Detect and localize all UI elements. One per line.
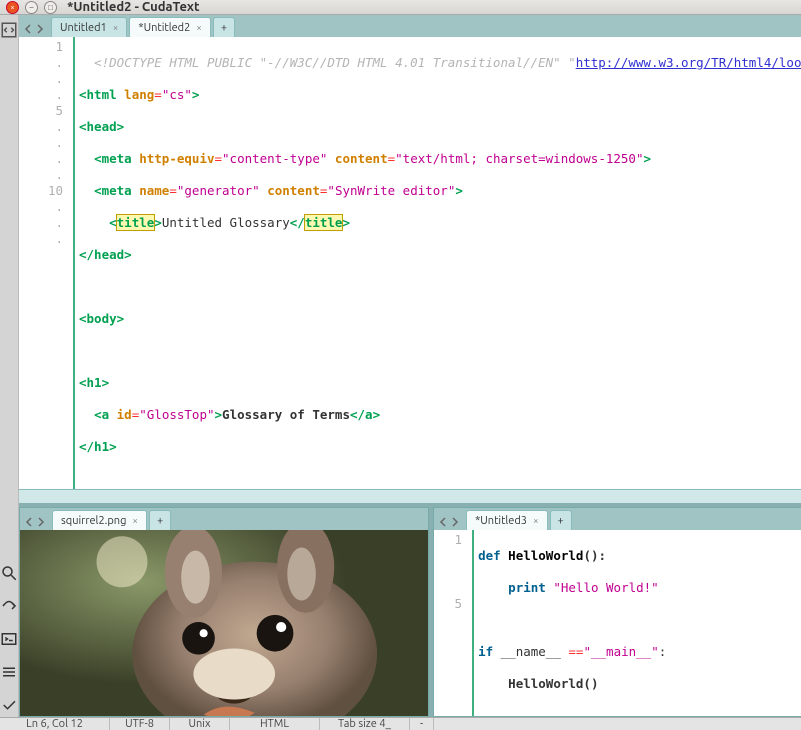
br-editor[interactable]: 15 def HelloWorld(): print "Hello World!…	[434, 530, 801, 716]
sidebar	[0, 15, 19, 717]
tab-new[interactable]: +	[149, 510, 171, 530]
tab-prev-icon[interactable]	[24, 517, 34, 530]
tab-label: *Untitled3	[475, 515, 527, 527]
console-icon[interactable]	[0, 630, 18, 651]
tab-next-icon[interactable]	[35, 24, 45, 37]
status-lineends[interactable]: Unix	[170, 718, 230, 730]
top-tabbar: Untitled1 × *Untitled2 × +	[19, 15, 801, 37]
tab-new[interactable]: +	[213, 17, 235, 37]
check-icon[interactable]	[0, 696, 18, 717]
titlebar: × – □ *Untitled2 - CudaText	[0, 0, 801, 15]
statusbar: Ln 6, Col 12 UTF-8 Unix HTML Tab size 4_…	[0, 717, 801, 730]
tab-new[interactable]: +	[550, 510, 572, 530]
tab-close-icon[interactable]: ×	[196, 22, 202, 33]
search-icon[interactable]	[0, 564, 18, 585]
minimize-icon[interactable]: –	[25, 1, 38, 14]
gutter: 1...5....10...	[19, 37, 75, 489]
image-viewer[interactable]	[20, 530, 428, 716]
tab-close-icon[interactable]: ×	[533, 515, 539, 526]
bl-tabbar: squirrel2.png × +	[20, 508, 428, 530]
tab-squirrel[interactable]: squirrel2.png ×	[52, 510, 147, 530]
status-tabsize[interactable]: Tab size 4_	[320, 718, 410, 730]
br-tabbar: *Untitled3 × +	[434, 508, 801, 530]
goto-icon[interactable]	[0, 597, 18, 618]
gutter: 15	[434, 530, 474, 716]
top-editor-pane: Untitled1 × *Untitled2 × + 1...5....10... …	[19, 15, 801, 503]
code-panel-icon[interactable]	[0, 21, 18, 42]
code-area[interactable]: def HelloWorld(): print "Hello World!" i…	[474, 530, 801, 716]
tab-prev-icon[interactable]	[438, 517, 448, 530]
tab-close-icon[interactable]: ×	[113, 22, 119, 33]
tab-next-icon[interactable]	[36, 517, 46, 530]
menu-icon[interactable]	[0, 663, 18, 684]
status-encoding[interactable]: UTF-8	[110, 718, 170, 730]
tab-label: Untitled1	[60, 22, 107, 34]
h-scrollbar[interactable]	[19, 489, 801, 503]
tab-prev-icon[interactable]	[23, 24, 33, 37]
code-area[interactable]: <!DOCTYPE HTML PUBLIC "-//W3C//DTD HTML …	[75, 37, 801, 489]
tab-untitled3[interactable]: *Untitled3 ×	[466, 510, 548, 530]
close-icon[interactable]: ×	[6, 1, 19, 14]
maximize-icon[interactable]: □	[44, 1, 57, 14]
squirrel-image	[20, 530, 428, 716]
window-controls: × – □	[6, 1, 57, 14]
window-title: *Untitled2 - CudaText	[67, 0, 200, 14]
tab-close-icon[interactable]: ×	[132, 515, 138, 526]
status-pos[interactable]: Ln 6, Col 12	[0, 718, 110, 730]
tab-next-icon[interactable]	[450, 517, 460, 530]
tab-label: squirrel2.png	[61, 515, 126, 527]
status-lexer[interactable]: HTML	[230, 718, 320, 730]
top-editor[interactable]: 1...5....10... <!DOCTYPE HTML PUBLIC "-/…	[19, 37, 801, 489]
tab-untitled2[interactable]: *Untitled2 ×	[129, 17, 211, 37]
tab-label: *Untitled2	[138, 22, 190, 34]
tab-untitled1[interactable]: Untitled1 ×	[51, 17, 127, 37]
status-extra[interactable]: -	[410, 718, 434, 730]
